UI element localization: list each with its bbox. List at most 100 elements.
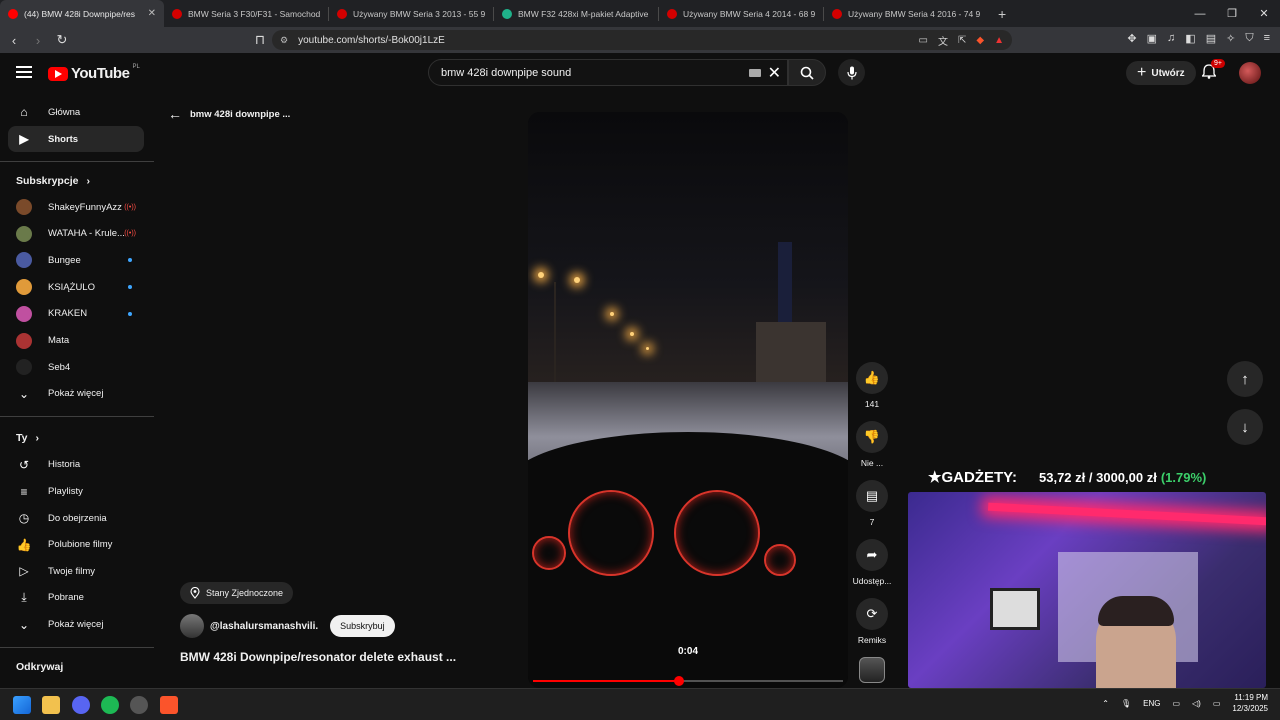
tab-title: BMW Seria 3 F30/F31 - Samochody bbox=[188, 8, 320, 19]
sidebar-item-label: Pobrane bbox=[48, 592, 84, 604]
browser-tab[interactable]: BMW Seria 3 F30/F31 - Samochody bbox=[164, 0, 328, 27]
subscription-item[interactable]: Mata bbox=[8, 328, 144, 354]
browser-tab[interactable]: (44) BMW 428i Downpipe/res ✕ bbox=[0, 0, 164, 27]
share-page-icon[interactable]: ⇱ bbox=[958, 35, 966, 46]
progress-knob[interactable] bbox=[673, 676, 684, 686]
channel-name[interactable]: @lashalursmanashvili. bbox=[210, 621, 318, 632]
back-icon[interactable]: ‹ bbox=[4, 33, 24, 48]
previous-short-button[interactable]: ↑ bbox=[1227, 361, 1263, 397]
subscription-item[interactable]: Seb4 bbox=[8, 354, 144, 380]
channel-avatar[interactable] bbox=[180, 614, 204, 638]
brave-rewards-icon[interactable]: ▲ bbox=[994, 35, 1004, 46]
app-icon[interactable] bbox=[130, 696, 148, 714]
sidebar-item-like[interactable]: 👍 Polubione filmy bbox=[8, 532, 144, 558]
brave-shield-icon[interactable]: ◆ bbox=[976, 35, 984, 46]
file-explorer-icon[interactable] bbox=[42, 696, 60, 714]
sidebar-item-playlist[interactable]: ≡ Playlisty bbox=[8, 479, 144, 505]
browser-tab[interactable]: Używany BMW Seria 4 2016 - 74 900 bbox=[824, 0, 988, 27]
sidebar-item-download[interactable]: ⤓ Pobrane bbox=[8, 585, 144, 611]
browser-tab[interactable]: BMW F32 428xi M-pakiet Adaptive bbox=[494, 0, 658, 27]
subscription-item[interactable]: WATAHA - Krule... ((•)) bbox=[8, 221, 144, 247]
subscription-item[interactable]: KSIĄŻULO bbox=[8, 274, 144, 300]
new-tab-icon[interactable]: + bbox=[988, 6, 1016, 22]
tab-title: Używany BMW Seria 4 2016 - 74 900 bbox=[848, 8, 980, 19]
system-tray: ⌃ 🎙 ENG ▭ ◁) ▭ 11:19 PM 12/3/2025 bbox=[1102, 692, 1268, 714]
windows-start-icon[interactable] bbox=[13, 696, 31, 714]
browser-tab[interactable]: Używany BMW Seria 3 2013 - 55 900 bbox=[329, 0, 493, 27]
brave-browser-icon[interactable] bbox=[160, 696, 178, 714]
search-button[interactable] bbox=[788, 59, 826, 86]
create-button[interactable]: + Utwórz bbox=[1126, 61, 1196, 85]
screenshot-icon[interactable]: ▣ bbox=[1147, 32, 1157, 45]
translate-icon[interactable]: 文 bbox=[938, 33, 948, 48]
voice-search-button[interactable] bbox=[838, 59, 865, 86]
media-icon[interactable]: ♫ bbox=[1167, 32, 1175, 45]
sidebar-item-clock[interactable]: ◷ Do obejrzenia bbox=[8, 505, 144, 531]
webcam-tv bbox=[990, 588, 1040, 630]
discord-icon[interactable] bbox=[72, 696, 90, 714]
clear-search-icon[interactable]: ✕ bbox=[768, 63, 781, 83]
tab-favicon-icon bbox=[832, 8, 842, 19]
subscription-item[interactable]: ShakeyFunnyAzz ((•)) bbox=[8, 194, 144, 220]
thumbs-up-action[interactable]: 👍 141 bbox=[850, 362, 894, 409]
remix-action[interactable]: ⟳ Remiks bbox=[850, 598, 894, 645]
tray-mic-icon[interactable]: 🎙 bbox=[1121, 699, 1131, 708]
subscribe-button[interactable]: Subskrybuj bbox=[330, 615, 395, 637]
search-input[interactable]: bmw 428i downpipe sound ✕ bbox=[428, 59, 788, 86]
browser-tab[interactable]: Używany BMW Seria 4 2014 - 68 999 bbox=[659, 0, 823, 27]
address-bar[interactable]: ⚙ youtube.com/shorts/-Bok00j1LzE ▭ 文 ⇱ ◆… bbox=[272, 30, 1012, 50]
language-indicator[interactable]: ENG bbox=[1143, 699, 1160, 708]
menu-icon[interactable]: ≡ bbox=[1264, 32, 1270, 45]
download-icon: ⤓ bbox=[21, 590, 27, 605]
comment-action[interactable]: ▤ 7 bbox=[850, 480, 894, 527]
next-short-button[interactable]: ↓ bbox=[1227, 409, 1263, 445]
network-icon[interactable]: ▭ bbox=[1172, 699, 1180, 708]
tray-chevron-icon[interactable]: ⌃ bbox=[1102, 699, 1109, 708]
back-to-search[interactable]: ← bmw 428i downpipe ... bbox=[168, 106, 290, 122]
restore-icon[interactable]: ❐ bbox=[1216, 0, 1248, 27]
you-heading-label: Ty bbox=[16, 431, 28, 444]
sidebar-item-history[interactable]: ↺ Historia bbox=[8, 452, 144, 478]
keyboard-icon[interactable] bbox=[749, 69, 761, 77]
show-more-subscriptions[interactable]: ⌄ Pokaż więcej bbox=[8, 381, 144, 407]
extensions-icon[interactable]: ✥ bbox=[1127, 32, 1136, 45]
video-title[interactable]: BMW 428i Downpipe/resonator delete exhau… bbox=[180, 650, 456, 664]
hamburger-menu-icon[interactable] bbox=[16, 66, 32, 78]
taskbar-clock[interactable]: 11:19 PM 12/3/2025 bbox=[1232, 692, 1268, 714]
shorts-video-player[interactable]: 0:04 bbox=[528, 112, 848, 688]
wallet-icon[interactable]: ▤ bbox=[1206, 32, 1216, 45]
sidebar-toggle-icon[interactable]: ◧ bbox=[1185, 32, 1195, 45]
account-avatar[interactable] bbox=[1239, 62, 1261, 84]
battery-icon[interactable]: ▭ bbox=[1213, 699, 1221, 708]
site-info-icon[interactable]: ⚙ bbox=[280, 35, 288, 46]
spotify-icon[interactable] bbox=[101, 696, 119, 714]
vpn-icon[interactable]: ⛉ bbox=[1245, 32, 1253, 45]
leo-icon[interactable]: ✧ bbox=[1226, 32, 1235, 45]
subscriptions-heading[interactable]: Subskrypcje › bbox=[16, 175, 90, 187]
show-more-you[interactable]: ⌄ Pokaż więcej bbox=[8, 612, 144, 638]
forward-icon[interactable]: › bbox=[28, 33, 48, 48]
channel-avatar bbox=[16, 279, 32, 296]
subscription-item[interactable]: KRAKEN bbox=[8, 301, 144, 327]
location-chip[interactable]: Stany Zjednoczone bbox=[180, 582, 294, 604]
video-progress-bar[interactable] bbox=[533, 676, 843, 686]
sidebar-item-shorts[interactable]: ▶ Shorts bbox=[8, 126, 144, 152]
thumbs-down-action[interactable]: 👎 Nie ... bbox=[850, 421, 894, 468]
reload-icon[interactable]: ↻ bbox=[52, 32, 72, 48]
notifications-button[interactable]: 9+ bbox=[1201, 59, 1225, 84]
cast-icon[interactable]: ▭ bbox=[919, 35, 928, 46]
share-action[interactable]: ➦ Udostęp... bbox=[850, 539, 894, 586]
progress-fill bbox=[533, 680, 679, 682]
audio-thumbnail[interactable] bbox=[859, 657, 885, 683]
sidebar-item-home[interactable]: ⌂ Główna bbox=[8, 99, 144, 125]
minimize-icon[interactable]: — bbox=[1184, 0, 1216, 27]
you-heading[interactable]: Ty › bbox=[16, 432, 39, 444]
sidebar-item-video[interactable]: ▷ Twoje filmy bbox=[8, 558, 144, 584]
tab-close-icon[interactable]: ✕ bbox=[148, 8, 156, 19]
channel-avatar bbox=[16, 305, 32, 322]
close-window-icon[interactable]: ✕ bbox=[1248, 0, 1280, 27]
youtube-logo[interactable]: YouTube PL bbox=[48, 64, 140, 82]
volume-icon[interactable]: ◁) bbox=[1192, 699, 1201, 708]
subscription-item[interactable]: Bungee bbox=[8, 247, 144, 273]
bookmark-icon[interactable]: ⊓ bbox=[250, 32, 270, 48]
